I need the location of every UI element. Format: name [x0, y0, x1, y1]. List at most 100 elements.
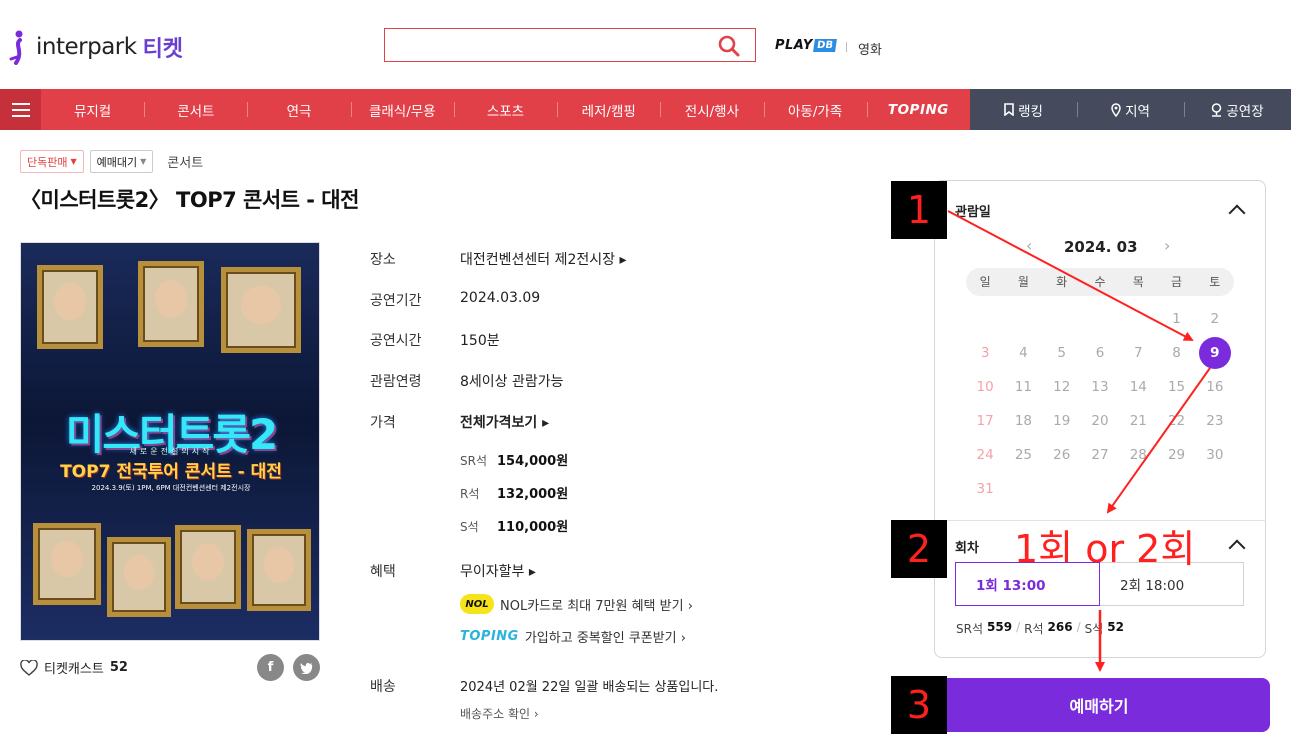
- poster-frame: [221, 267, 301, 353]
- weekday: 목: [1132, 275, 1144, 289]
- venue-pin-icon: [1212, 102, 1222, 117]
- calendar-day[interactable]: 15: [1157, 370, 1195, 404]
- waiting-tag[interactable]: 예매대기 ▼: [89, 150, 154, 173]
- tag-row: 단독판매 ▼ 예매대기 ▼ 콘서트: [20, 150, 203, 173]
- calendar-day[interactable]: 31: [966, 472, 1004, 506]
- price-grade: R석: [460, 487, 480, 501]
- nav-item-sports[interactable]: 스포츠: [453, 89, 557, 130]
- nav-item-classic[interactable]: 클래식/무용: [350, 89, 454, 130]
- venue-value[interactable]: 대전컨벤션센터 제2전시장 ▸: [460, 249, 627, 269]
- seat-count: 559: [987, 620, 1013, 634]
- heart-icon: [20, 659, 38, 676]
- twitter-icon[interactable]: [293, 654, 320, 681]
- benefit-toping-text: 가입하고 중복할인 쿠폰받기 ›: [524, 631, 686, 646]
- calendar-day[interactable]: 30: [1196, 438, 1234, 472]
- calendar-day[interactable]: 29: [1157, 438, 1195, 472]
- nav-item-concert[interactable]: 콘서트: [144, 89, 247, 130]
- nav-item-toping[interactable]: TOPING: [866, 89, 970, 130]
- weekday-header: 일 월 화 수 목 금 토: [966, 268, 1234, 296]
- weekday: 금: [1171, 275, 1183, 289]
- calendar-day[interactable]: 18: [1004, 404, 1042, 438]
- calendar-day[interactable]: 6: [1081, 336, 1119, 370]
- book-button[interactable]: 예매하기: [928, 678, 1270, 732]
- calendar-day[interactable]: 19: [1043, 404, 1081, 438]
- age-label: 관람연령: [370, 374, 422, 390]
- caret-down-icon: ▼: [70, 157, 77, 166]
- movie-link[interactable]: 영화: [858, 39, 882, 58]
- calendar-day[interactable]: 13: [1081, 370, 1119, 404]
- price-amount: 132,000원: [497, 487, 569, 502]
- next-month-icon[interactable]: ›: [1164, 236, 1170, 255]
- poster-frame: [138, 261, 204, 347]
- logo-text: interpark: [36, 34, 137, 60]
- nav-item-play[interactable]: 연극: [247, 89, 350, 130]
- seat-grade: S석: [1084, 622, 1104, 636]
- search-icon[interactable]: [717, 34, 741, 58]
- calendar-day[interactable]: 24: [966, 438, 1004, 472]
- nav-region[interactable]: 지역: [1077, 89, 1184, 130]
- calendar-day[interactable]: 28: [1119, 438, 1157, 472]
- price-grade: S석: [460, 520, 479, 534]
- calendar-day[interactable]: 7: [1119, 336, 1157, 370]
- calendar-day-selected[interactable]: 9: [1196, 336, 1234, 370]
- calendar-day[interactable]: 12: [1043, 370, 1081, 404]
- delivery-label: 배송: [370, 679, 396, 695]
- calendar-day[interactable]: 16: [1196, 370, 1234, 404]
- delivery-check-link[interactable]: 배송주소 확인 ›: [460, 705, 539, 722]
- calendar-day[interactable]: 1: [1157, 302, 1195, 336]
- calendar-day[interactable]: 14: [1119, 370, 1157, 404]
- calendar-day[interactable]: 2: [1196, 302, 1234, 336]
- calendar-day[interactable]: 17: [966, 404, 1004, 438]
- seat-grade: R석: [1024, 622, 1044, 636]
- calendar-day[interactable]: 21: [1119, 404, 1157, 438]
- seat-divider: /: [1076, 620, 1081, 634]
- price-grade: SR석: [460, 454, 487, 468]
- poster-frame: [175, 525, 241, 609]
- calendar-day[interactable]: 25: [1004, 438, 1042, 472]
- benefit-toping[interactable]: TOPING 가입하고 중복할인 쿠폰받기 ›: [460, 627, 686, 646]
- duration-value: 150분: [460, 333, 500, 349]
- calendar-day[interactable]: 4: [1004, 336, 1042, 370]
- calendar-empty: [1119, 302, 1157, 336]
- menu-icon[interactable]: [0, 89, 41, 130]
- exclusive-tag[interactable]: 단독판매 ▼: [20, 150, 84, 173]
- search-input[interactable]: [385, 29, 705, 61]
- calendar-day[interactable]: 22: [1157, 404, 1195, 438]
- calendar-day[interactable]: 10: [966, 370, 1004, 404]
- calendar-day[interactable]: 5: [1043, 336, 1081, 370]
- nav-item-musical[interactable]: 뮤지컬: [41, 89, 144, 130]
- poster-frame: [37, 265, 103, 349]
- bookmark-icon: [1004, 103, 1014, 116]
- benefit-label: 혜택: [370, 564, 396, 580]
- calendar-day[interactable]: 23: [1196, 404, 1234, 438]
- benefit-nol[interactable]: NOL NOL카드로 최대 7만원 혜택 받기 ›: [460, 594, 693, 614]
- price-row: R석 132,000원: [460, 483, 568, 502]
- round-1-button[interactable]: 1회 13:00: [955, 562, 1100, 606]
- seat-count: 266: [1047, 620, 1073, 634]
- nav-item-exhibition[interactable]: 전시/행사: [660, 89, 763, 130]
- calendar-day[interactable]: 27: [1081, 438, 1119, 472]
- calendar-day[interactable]: 11: [1004, 370, 1042, 404]
- seat-grade: SR석: [956, 622, 983, 636]
- interpark-logo[interactable]: interpark 티켓: [8, 29, 183, 65]
- calendar-day[interactable]: 8: [1157, 336, 1195, 370]
- nav-ranking-label: 랭킹: [1018, 103, 1043, 120]
- prev-month-icon[interactable]: ‹: [1026, 236, 1032, 255]
- duration-label: 공연시간: [370, 333, 422, 349]
- facebook-icon[interactable]: f: [257, 654, 284, 681]
- period-label: 공연기간: [370, 293, 422, 309]
- nav-ranking[interactable]: 랭킹: [970, 89, 1077, 130]
- price-all-link[interactable]: 전체가격보기 ▸: [460, 412, 549, 432]
- calendar-day[interactable]: 3: [966, 336, 1004, 370]
- nav-item-leisure[interactable]: 레저/캠핑: [557, 89, 660, 130]
- search-box: [384, 28, 756, 62]
- calendar-day[interactable]: 26: [1043, 438, 1081, 472]
- delivery-value: 2024년 02월 22일 일괄 배송되는 상품입니다.: [460, 680, 719, 695]
- period-value: 2024.03.09: [460, 290, 541, 306]
- ticketcast-like[interactable]: 티켓캐스트 52: [20, 658, 128, 677]
- nav-venue[interactable]: 공연장: [1184, 89, 1291, 130]
- calendar-day[interactable]: 20: [1081, 404, 1119, 438]
- playdb-link[interactable]: PLAY DB: [775, 38, 837, 53]
- nav-item-kids[interactable]: 아동/가족: [763, 89, 867, 130]
- benefit-installment[interactable]: 무이자할부 ▸: [460, 561, 536, 581]
